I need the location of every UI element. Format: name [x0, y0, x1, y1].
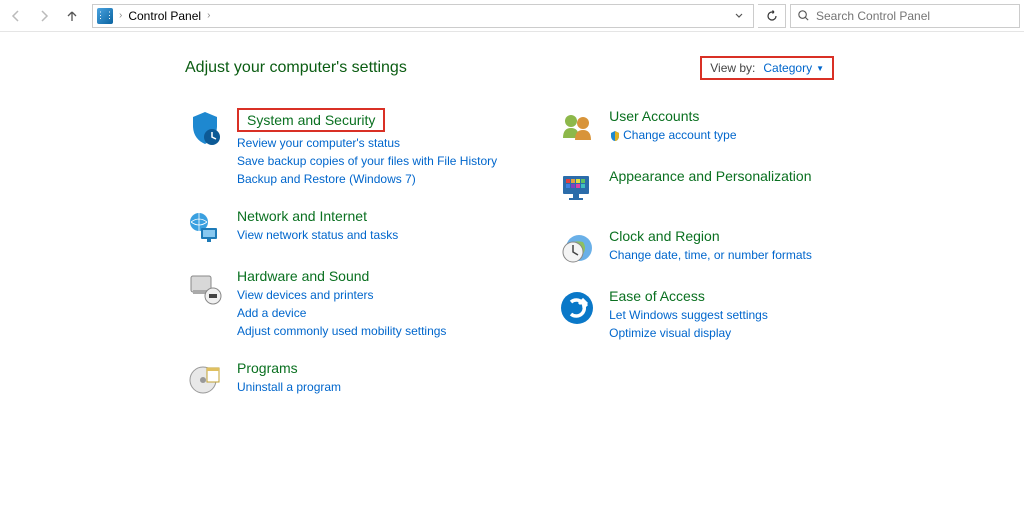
category-icon: [185, 108, 225, 148]
category-sublinks: Let Windows suggest settingsOptimize vis…: [609, 306, 768, 342]
category-body: Network and Internet View network status …: [237, 208, 398, 244]
category-sublinks: Change account type: [609, 126, 736, 144]
category-title-link[interactable]: Ease of Access: [609, 288, 705, 304]
category-sublink[interactable]: Change date, time, or number formats: [609, 246, 812, 264]
page-title: Adjust your computer's settings: [185, 59, 407, 77]
view-by-dropdown[interactable]: Category ▼: [763, 61, 824, 75]
category-sublink[interactable]: Uninstall a program: [237, 378, 341, 396]
category-icon: [185, 208, 225, 248]
categories-right-column: User Accounts Change account type Appearan…: [557, 108, 812, 400]
category-sublinks: View devices and printersAdd a deviceAdj…: [237, 286, 446, 340]
category-item: Network and Internet View network status …: [185, 208, 497, 248]
category-icon: [557, 288, 597, 328]
category-sublink[interactable]: Save backup copies of your files with Fi…: [237, 152, 497, 170]
category-body: Clock and Region Change date, time, or nu…: [609, 228, 812, 264]
category-body: Appearance and Personalization: [609, 168, 811, 186]
arrow-right-icon: [37, 9, 51, 23]
category-item: Ease of Access Let Windows suggest settin…: [557, 288, 812, 342]
category-body: Programs Uninstall a program: [237, 360, 341, 396]
category-body: Hardware and Sound View devices and print…: [237, 268, 446, 340]
arrow-left-icon: [9, 9, 23, 23]
address-toolbar: ⋮⋮ › Control Panel ›: [0, 0, 1024, 32]
category-icon: [557, 108, 597, 148]
nav-forward-button[interactable]: [32, 4, 56, 28]
address-bar[interactable]: ⋮⋮ › Control Panel ›: [92, 4, 754, 28]
category-sublinks: Uninstall a program: [237, 378, 341, 396]
refresh-icon: [765, 9, 779, 23]
search-box[interactable]: [790, 4, 1020, 28]
category-item: System and SecurityReview your computer'…: [185, 108, 497, 188]
category-item: Hardware and Sound View devices and print…: [185, 268, 497, 340]
category-icon: [185, 360, 225, 400]
content-area: Adjust your computer's settings View by:…: [0, 32, 1024, 400]
category-sublinks: Change date, time, or number formats: [609, 246, 812, 264]
category-title-link[interactable]: Appearance and Personalization: [609, 168, 811, 184]
category-sublink[interactable]: Backup and Restore (Windows 7): [237, 170, 497, 188]
nav-back-button[interactable]: [4, 4, 28, 28]
category-sublink[interactable]: Optimize visual display: [609, 324, 768, 342]
category-sublink[interactable]: Add a device: [237, 304, 446, 322]
categories-grid: System and SecurityReview your computer'…: [185, 108, 1024, 400]
search-icon: [797, 9, 810, 22]
breadcrumb-separator-icon: ›: [119, 10, 122, 21]
category-body: User Accounts Change account type: [609, 108, 736, 144]
category-item: Appearance and Personalization: [557, 168, 812, 208]
category-item: Clock and Region Change date, time, or nu…: [557, 228, 812, 268]
category-icon: [185, 268, 225, 308]
chevron-down-icon: [734, 11, 744, 21]
control-panel-icon: ⋮⋮: [97, 8, 113, 24]
category-sublink[interactable]: Review your computer's status: [237, 134, 497, 152]
view-by-label: View by:: [710, 61, 755, 75]
category-body: Ease of Access Let Windows suggest settin…: [609, 288, 768, 342]
arrow-up-icon: [65, 9, 79, 23]
category-title-link[interactable]: Clock and Region: [609, 228, 720, 244]
dropdown-caret-icon: ▼: [816, 64, 824, 73]
category-title-link[interactable]: System and Security: [237, 108, 385, 132]
categories-left-column: System and SecurityReview your computer'…: [185, 108, 497, 400]
category-title-link[interactable]: Hardware and Sound: [237, 268, 369, 284]
address-dropdown-button[interactable]: [729, 5, 749, 27]
category-icon: [557, 168, 597, 208]
breadcrumb-separator-icon: ›: [207, 10, 210, 21]
category-icon: [557, 228, 597, 268]
refresh-button[interactable]: [758, 4, 786, 28]
category-sublinks: Review your computer's statusSave backup…: [237, 134, 497, 188]
category-sublinks: View network status and tasks: [237, 226, 398, 244]
content-header: Adjust your computer's settings View by:…: [185, 56, 1024, 80]
category-sublink[interactable]: Adjust commonly used mobility settings: [237, 322, 446, 340]
category-sublink[interactable]: Change account type: [609, 126, 736, 144]
category-body: System and SecurityReview your computer'…: [237, 108, 497, 188]
view-by-value: Category: [763, 61, 812, 75]
category-title-link[interactable]: User Accounts: [609, 108, 699, 124]
breadcrumb[interactable]: Control Panel: [128, 9, 201, 23]
category-item: Programs Uninstall a program: [185, 360, 497, 400]
category-item: User Accounts Change account type: [557, 108, 812, 148]
search-input[interactable]: [816, 9, 1013, 23]
nav-up-button[interactable]: [60, 4, 84, 28]
category-sublink[interactable]: View devices and printers: [237, 286, 446, 304]
category-title-link[interactable]: Programs: [237, 360, 298, 376]
category-sublink[interactable]: View network status and tasks: [237, 226, 398, 244]
view-by-selector: View by: Category ▼: [700, 56, 834, 80]
category-title-link[interactable]: Network and Internet: [237, 208, 367, 224]
category-sublink[interactable]: Let Windows suggest settings: [609, 306, 768, 324]
